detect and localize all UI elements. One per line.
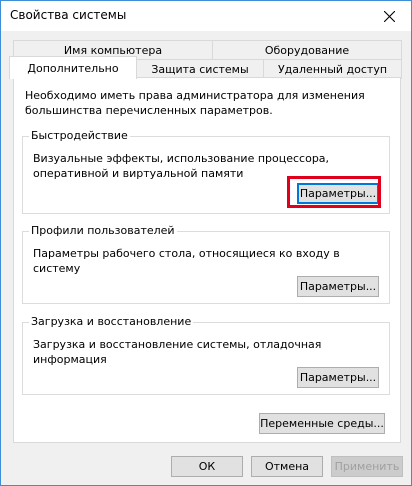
window-title: Свойства системы (10, 8, 127, 22)
user-profiles-settings-button[interactable]: Параметры... (297, 276, 379, 297)
close-button[interactable] (367, 1, 411, 31)
tab-label: Оборудование (264, 44, 350, 57)
admin-note: Необходимо иметь права администратора дл… (25, 89, 365, 117)
tab-system-protection[interactable]: Защита системы (136, 59, 264, 79)
environment-variables-button[interactable]: Переменные среды... (259, 413, 385, 434)
highlight-annotation (287, 176, 381, 208)
cancel-button[interactable]: Отмена (251, 456, 323, 477)
user-profiles-legend: Профили пользователей (29, 224, 177, 238)
system-properties-window: Свойства системы Имя компьютера Оборудов… (0, 0, 412, 486)
tab-label: Дополнительно (27, 61, 119, 75)
advanced-tab-panel: Необходимо иметь права администратора дл… (13, 77, 401, 443)
performance-legend: Быстродействие (29, 129, 130, 143)
tab-label: Удаленный доступ (277, 63, 388, 76)
startup-recovery-description: Загрузка и восстановление системы, отлад… (33, 338, 322, 366)
startup-recovery-group: Загрузка и восстановление Загрузка и вос… (22, 315, 390, 395)
tab-label: Защита системы (151, 63, 249, 76)
close-icon (383, 10, 395, 22)
user-profiles-description: Параметры рабочего стола, относящиеся ко… (33, 247, 340, 275)
tab-hardware[interactable]: Оборудование (212, 40, 402, 60)
startup-recovery-settings-button[interactable]: Параметры... (297, 367, 379, 388)
title-bar[interactable]: Свойства системы (1, 1, 411, 31)
tab-advanced[interactable]: Дополнительно (9, 56, 137, 79)
user-profiles-group: Профили пользователей Параметры рабочего… (22, 224, 390, 304)
ok-button[interactable]: ОК (171, 456, 243, 477)
apply-button[interactable]: Применить (331, 456, 403, 477)
startup-recovery-legend: Загрузка и восстановление (29, 315, 194, 329)
tab-remote[interactable]: Удаленный доступ (263, 59, 402, 79)
